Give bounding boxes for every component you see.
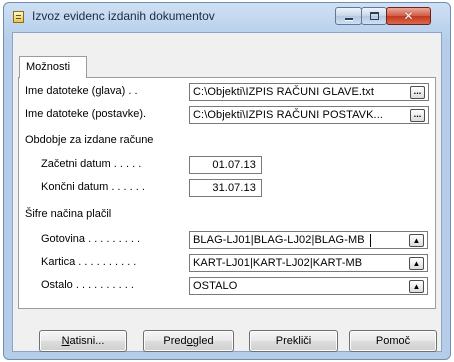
cash-lookup-button[interactable]: ▲ bbox=[409, 234, 424, 247]
print-button-accelerator: N bbox=[61, 335, 70, 347]
options-panel: Ime datoteke (glava) . . C:\Objekti\IZPI… bbox=[18, 77, 436, 309]
header-file-input[interactable]: C:\Objekti\IZPIS RAČUNI GLAVE.txt ... bbox=[189, 83, 429, 101]
text-cursor bbox=[370, 234, 371, 247]
close-icon: ✕ bbox=[403, 9, 414, 23]
cash-codes-value: BLAG-LJ01|BLAG-LJ02|BLAG-MB bbox=[193, 234, 365, 246]
card-lookup-button[interactable]: ▲ bbox=[409, 257, 424, 270]
start-date-input[interactable]: 01.07.13 bbox=[189, 156, 262, 174]
maximize-button[interactable] bbox=[361, 7, 387, 25]
dialog-body: Možnosti Ime datoteke (glava) . . C:\Obj… bbox=[12, 32, 442, 352]
cash-label: Gotovina . . . . . . . . . bbox=[41, 233, 141, 245]
maximize-icon bbox=[370, 12, 379, 20]
start-date-value: 01.07.13 bbox=[212, 159, 256, 171]
minimize-button[interactable] bbox=[335, 7, 362, 25]
header-file-browse-button[interactable]: ... bbox=[410, 86, 425, 99]
lines-file-input[interactable]: C:\Objekti\IZPIS RAČUNI POSTAVK... ... bbox=[189, 106, 429, 124]
end-date-value: 31.07.13 bbox=[212, 182, 256, 194]
other-codes-value: OSTALO bbox=[193, 280, 238, 292]
close-button[interactable]: ✕ bbox=[386, 7, 431, 25]
end-date-label: Končni datum . . . . . . bbox=[41, 181, 145, 193]
header-file-value: C:\Objekti\IZPIS RAČUNI GLAVE.txt bbox=[193, 86, 374, 98]
title-bar[interactable]: Izvoz evidenc izdanih dokumentov ✕ bbox=[4, 3, 450, 31]
cancel-button[interactable]: Prekliči bbox=[249, 330, 338, 352]
other-codes-input[interactable]: OSTALO ▲ bbox=[189, 277, 428, 295]
end-date-input[interactable]: 31.07.13 bbox=[189, 179, 262, 197]
preview-button[interactable]: Predogled bbox=[143, 330, 234, 352]
card-codes-input[interactable]: KART-LJ01|KART-LJ02|KART-MB ▲ bbox=[189, 254, 428, 272]
app-icon bbox=[13, 11, 24, 23]
preview-button-label-post: gled bbox=[192, 335, 214, 347]
start-date-label: Začetni datum . . . . . bbox=[41, 158, 142, 170]
card-codes-value: KART-LJ01|KART-LJ02|KART-MB bbox=[193, 257, 363, 269]
minimize-icon bbox=[345, 18, 353, 20]
other-lookup-button[interactable]: ▲ bbox=[409, 280, 424, 293]
period-section-label: Obdobje za izdane račune bbox=[25, 134, 154, 146]
header-file-label: Ime datoteke (glava) . . bbox=[25, 85, 138, 97]
card-label: Kartica . . . . . . . . . . bbox=[41, 256, 137, 268]
window-title: Izvoz evidenc izdanih dokumentov bbox=[32, 9, 215, 23]
cash-codes-input[interactable]: BLAG-LJ01|BLAG-LJ02|BLAG-MB ▲ bbox=[189, 231, 428, 249]
payment-codes-section-label: Šifre načina plačil bbox=[25, 208, 112, 220]
lines-file-label: Ime datoteke (postavke). bbox=[25, 108, 147, 120]
help-button-label: Pomoč bbox=[375, 335, 411, 347]
help-button[interactable]: Pomoč bbox=[349, 330, 437, 352]
dialog-window: Izvoz evidenc izdanih dokumentov ✕ Možno… bbox=[3, 2, 451, 360]
tab-moznosti[interactable]: Možnosti bbox=[19, 56, 87, 78]
other-label: Ostalo . . . . . . . . . . bbox=[41, 279, 134, 291]
cancel-button-label: Prekliči bbox=[275, 335, 312, 347]
preview-button-label-pre: Pred bbox=[163, 335, 187, 347]
print-button[interactable]: Natisni... bbox=[39, 330, 127, 352]
lines-file-value: C:\Objekti\IZPIS RAČUNI POSTAVK... bbox=[193, 109, 384, 121]
print-button-label-post: atisni... bbox=[69, 335, 105, 347]
lines-file-browse-button[interactable]: ... bbox=[410, 109, 425, 122]
